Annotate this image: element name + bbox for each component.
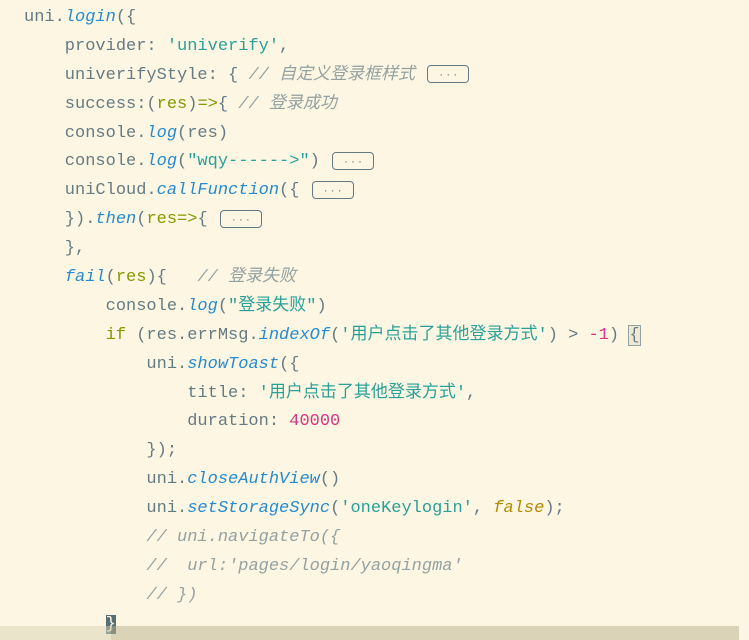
method-call: indexOf <box>259 326 330 345</box>
code-line[interactable]: }, <box>0 235 749 264</box>
comment: // uni.navigateTo({ <box>146 528 340 547</box>
horizontal-scrollbar[interactable] <box>0 626 739 640</box>
param: res <box>157 95 188 114</box>
code-line[interactable]: uni.login({ <box>0 4 749 33</box>
fold-marker[interactable]: ··· <box>220 210 262 228</box>
comment: // url:'pages/login/yaoqingma' <box>146 557 462 576</box>
code-line[interactable]: // url:'pages/login/yaoqingma' <box>0 553 749 582</box>
method-call: log <box>187 297 218 316</box>
method-call: closeAuthView <box>187 470 320 489</box>
comment: // 登录失败 <box>197 268 296 287</box>
keyword: if <box>106 326 126 345</box>
code-line[interactable]: uni.setStorageSync('oneKeylogin', false)… <box>0 495 749 524</box>
comment: // 登录成功 <box>238 95 337 114</box>
code-line[interactable]: // uni.navigateTo({ <box>0 524 749 553</box>
code-line[interactable]: uni.closeAuthView() <box>0 466 749 495</box>
code-line[interactable]: provider: 'univerify', <box>0 33 749 62</box>
code-line[interactable]: console.log(res) <box>0 120 749 149</box>
identifier: uni <box>24 8 55 27</box>
method-call: setStorageSync <box>187 499 330 518</box>
comment: // 自定义登录框样式 <box>248 66 425 85</box>
code-line[interactable]: }).then(res=>{ ··· <box>0 206 749 235</box>
method-call: showToast <box>187 355 279 374</box>
string-literal: "登录失败" <box>228 297 316 316</box>
code-line[interactable]: console.log("登录失败") <box>0 293 749 322</box>
string-literal: 'univerify' <box>167 37 279 56</box>
string-literal: '用户点击了其他登录方式' <box>340 326 547 345</box>
code-line[interactable]: console.log("wqy------>") ··· <box>0 148 749 177</box>
boolean-literal: false <box>493 499 544 518</box>
comment: // }) <box>146 586 197 605</box>
code-line[interactable]: fail(res){ // 登录失败 <box>0 264 749 293</box>
arrow: => <box>197 95 217 114</box>
code-line[interactable]: uni.showToast({ <box>0 351 749 380</box>
number-literal: -1 <box>589 326 609 345</box>
method-call: log <box>146 124 177 143</box>
method-call: log <box>146 152 177 171</box>
code-line[interactable]: univerifyStyle: { // 自定义登录框样式 ··· <box>0 62 749 91</box>
code-line[interactable]: uniCloud.callFunction({ ··· <box>0 177 749 206</box>
brace-match: { <box>629 326 639 345</box>
method-call: then <box>95 210 136 229</box>
number-literal: 40000 <box>289 412 340 431</box>
code-editor[interactable]: uni.login({ provider: 'univerify', unive… <box>0 0 749 640</box>
method-call: callFunction <box>157 181 279 200</box>
string-literal: '用户点击了其他登录方式' <box>259 384 466 403</box>
method-name: fail <box>65 268 106 287</box>
arrow: => <box>177 210 197 229</box>
code-line[interactable]: success:(res)=>{ // 登录成功 <box>0 91 749 120</box>
code-line[interactable]: duration: 40000 <box>0 408 749 437</box>
fold-marker[interactable]: ··· <box>332 152 374 170</box>
code-line[interactable]: }); <box>0 437 749 466</box>
string-literal: 'oneKeylogin' <box>340 499 473 518</box>
param: res <box>146 210 177 229</box>
fold-marker[interactable]: ··· <box>312 181 354 199</box>
fold-marker[interactable]: ··· <box>427 65 469 83</box>
method-call: login <box>65 8 116 27</box>
param: res <box>116 268 147 287</box>
code-line[interactable]: title: '用户点击了其他登录方式', <box>0 380 749 409</box>
code-line[interactable]: if (res.errMsg.indexOf('用户点击了其他登录方式') > … <box>0 322 749 351</box>
code-line[interactable]: // }) <box>0 582 749 611</box>
string-literal: "wqy------>" <box>187 152 309 171</box>
